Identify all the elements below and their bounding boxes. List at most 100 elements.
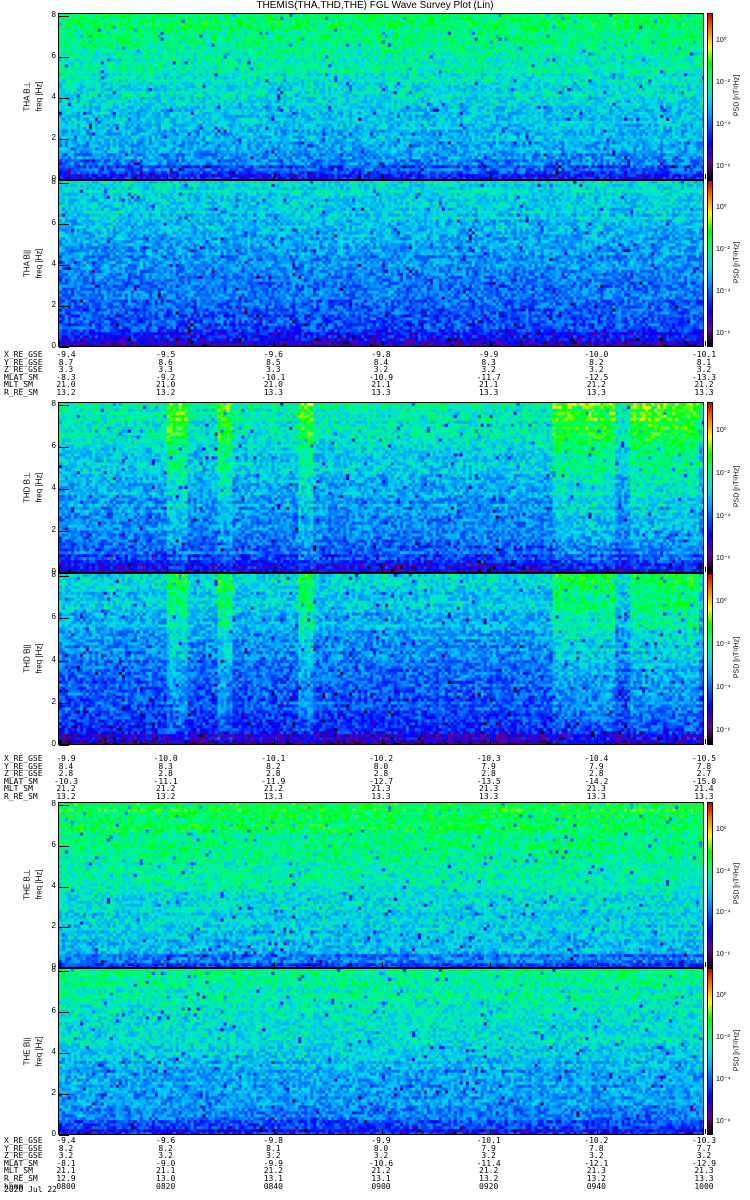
y-tick-label: 0 bbox=[51, 341, 56, 350]
spectrogram-panel bbox=[58, 968, 706, 1136]
spectrogram-panel bbox=[58, 802, 706, 969]
y-tick-mark bbox=[59, 489, 69, 490]
x-tick-mark bbox=[274, 567, 276, 572]
y-tick-mark bbox=[59, 618, 69, 620]
colorbar-tick-label: 10⁰ bbox=[716, 204, 727, 212]
wave-survey-plot: THEMIS(THA,THD,THE) FGL Wave Survey Plot… bbox=[0, 0, 750, 1200]
spectrogram-heatmap bbox=[59, 803, 703, 967]
y-tick-mark bbox=[59, 805, 69, 806]
y-tick-label: 4 bbox=[51, 654, 56, 664]
x-tick-mark bbox=[597, 341, 599, 346]
ephemeris-value: 1000 bbox=[694, 1181, 714, 1191]
colorbar-title: PSD [nT²/Hz] bbox=[733, 241, 741, 283]
ephemeris-value: 13.3 bbox=[586, 792, 606, 801]
y-tick-mark bbox=[59, 224, 69, 225]
x-tick-mark bbox=[597, 567, 599, 572]
spectrogram-heatmap bbox=[59, 14, 703, 179]
x-tick-mark bbox=[382, 567, 383, 572]
x-tick-mark bbox=[166, 962, 168, 967]
colorbar-tick-label: 10⁻⁴ bbox=[716, 287, 731, 295]
panel-label: THE B⊥ bbox=[22, 869, 32, 900]
x-tick-mark bbox=[597, 174, 599, 179]
y-tick-label: 4 bbox=[51, 483, 56, 492]
y-tick-mark bbox=[59, 845, 69, 847]
y-tick-label: 4 bbox=[51, 880, 56, 890]
plot-title: THEMIS(THA,THD,THE) FGL Wave Survey Plot… bbox=[256, 0, 494, 11]
colorbar bbox=[707, 968, 713, 1135]
y-tick-label: 8 bbox=[51, 965, 56, 974]
x-tick-mark bbox=[382, 739, 383, 744]
y-tick-label: 2 bbox=[51, 1088, 56, 1097]
y-tick-label: 6 bbox=[51, 441, 56, 450]
ephemeris-value: 13.2 bbox=[156, 388, 176, 397]
colorbar-tick-label: 10⁻⁴ bbox=[716, 684, 731, 692]
x-tick-mark bbox=[705, 341, 706, 346]
colorbar-tick-label: 10⁻⁶ bbox=[716, 162, 731, 170]
x-tick-mark bbox=[274, 174, 276, 179]
colorbar-tick-label: 10⁻² bbox=[716, 867, 730, 875]
ephemeris-value: 0820 bbox=[156, 1181, 176, 1191]
y-tick-mark bbox=[59, 306, 69, 307]
x-tick-mark bbox=[59, 739, 60, 744]
y-tick-mark bbox=[59, 745, 69, 746]
colorbar-tick-label: 10⁻⁶ bbox=[716, 329, 731, 337]
x-tick-mark bbox=[166, 341, 168, 346]
colorbar-tick-label: 10⁰ bbox=[716, 427, 727, 435]
x-tick-mark bbox=[597, 1129, 599, 1134]
y-tick-mark bbox=[59, 347, 69, 348]
y-tick-mark bbox=[59, 265, 69, 266]
y-tick-mark bbox=[59, 702, 69, 704]
spectrogram-panel bbox=[58, 13, 706, 181]
colorbar bbox=[707, 402, 713, 573]
y-axis-label: freq [Hz] bbox=[34, 247, 44, 279]
y-tick-label: 8 bbox=[51, 570, 56, 579]
y-tick-label: 8 bbox=[51, 799, 56, 808]
ephemeris-value: 13.2 bbox=[56, 792, 76, 801]
x-tick-mark bbox=[489, 739, 491, 744]
y-axis-label: freq [Hz] bbox=[34, 80, 44, 112]
ephemeris-row-label: R_RE_SM bbox=[4, 388, 38, 397]
ephemeris-value: 13.2 bbox=[56, 388, 76, 397]
y-tick-label: 2 bbox=[51, 696, 56, 706]
colorbar bbox=[707, 180, 713, 347]
colorbar-title: PSD [nT²/Hz] bbox=[733, 1029, 741, 1071]
ephemeris-value: 13.3 bbox=[694, 388, 714, 397]
x-tick-mark bbox=[382, 1129, 383, 1134]
colorbar-tick-label: 10⁻⁴ bbox=[716, 512, 731, 520]
colorbar-tick-label: 10⁰ bbox=[716, 598, 727, 606]
y-tick-label: 6 bbox=[51, 51, 56, 60]
y-tick-label: 4 bbox=[51, 1047, 56, 1056]
colorbar bbox=[707, 13, 713, 180]
colorbar-tick-label: 10⁻² bbox=[716, 469, 730, 477]
colorbar-tick-label: 10⁻⁶ bbox=[716, 950, 731, 958]
x-tick-mark bbox=[274, 341, 276, 346]
x-tick-mark bbox=[59, 174, 60, 179]
spectrogram-heatmap bbox=[59, 181, 703, 346]
y-tick-mark bbox=[59, 531, 69, 532]
ephemeris-value: 13.3 bbox=[263, 792, 283, 801]
ephemeris-value: 0920 bbox=[479, 1181, 499, 1191]
y-tick-mark bbox=[59, 405, 69, 406]
x-tick-mark bbox=[59, 567, 60, 572]
y-tick-mark bbox=[59, 886, 69, 888]
spectrogram-panel bbox=[58, 180, 706, 348]
ephemeris-value: 13.3 bbox=[371, 792, 391, 801]
colorbar-tick-label: 10⁻² bbox=[716, 1034, 730, 1042]
colorbar-title: PSD [nT²/Hz] bbox=[733, 465, 741, 507]
y-tick-label: 8 bbox=[51, 399, 56, 408]
y-tick-mark bbox=[59, 98, 69, 99]
x-tick-mark bbox=[274, 1129, 276, 1134]
panel-label: THD B|| bbox=[22, 644, 32, 673]
y-tick-mark bbox=[59, 447, 69, 448]
y-tick-label: 8 bbox=[51, 177, 56, 186]
x-tick-mark bbox=[705, 1129, 706, 1134]
spectrogram-heatmap bbox=[59, 969, 703, 1134]
y-tick-label: 2 bbox=[51, 525, 56, 534]
y-tick-mark bbox=[59, 576, 69, 577]
y-tick-label: 6 bbox=[51, 612, 56, 622]
spectrogram-heatmap bbox=[59, 574, 703, 744]
y-tick-mark bbox=[59, 1053, 69, 1054]
x-tick-mark bbox=[489, 341, 491, 346]
y-tick-label: 6 bbox=[51, 218, 56, 227]
y-axis-label: freq [Hz] bbox=[34, 643, 44, 674]
